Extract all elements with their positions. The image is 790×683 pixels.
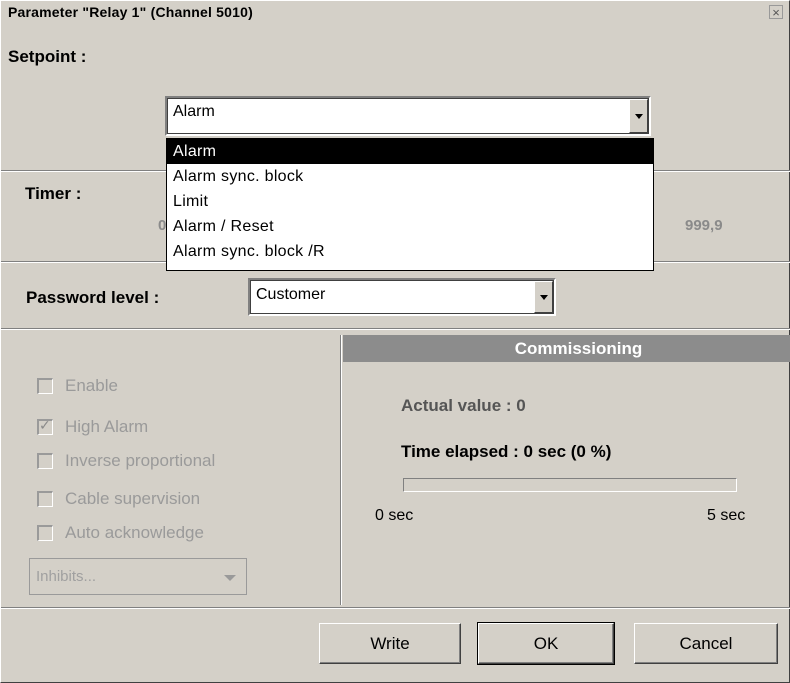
setpoint-selected-value: Alarm [173, 103, 215, 120]
cable-supervision-checkbox[interactable] [37, 491, 53, 507]
high-alarm-checkbox-row[interactable]: ✓ High Alarm [37, 416, 148, 438]
close-icon[interactable]: × [769, 5, 783, 19]
setpoint-option-limit[interactable]: Limit [167, 189, 653, 214]
password-level-combobox[interactable]: Customer [248, 278, 556, 316]
setpoint-dropdown-list[interactable]: Alarm Alarm sync. block Limit Alarm / Re… [166, 138, 654, 271]
ok-button[interactable]: OK [477, 622, 615, 665]
setpoint-dropdown-button[interactable] [629, 99, 648, 133]
password-dropdown-button[interactable] [534, 281, 553, 313]
time-elapsed-text: Time elapsed : 0 sec (0 %) [401, 442, 612, 461]
auto-acknowledge-label: Auto acknowledge [65, 523, 204, 542]
timer-label: Timer : [25, 184, 82, 203]
setpoint-option-alarm-sync-block-r[interactable]: Alarm sync. block /R [167, 239, 653, 264]
inverse-proportional-label: Inverse proportional [65, 451, 216, 470]
timer-max-value: 999,9 [685, 217, 723, 234]
commissioning-header: Commissioning [343, 335, 790, 362]
cancel-button[interactable]: Cancel [634, 623, 778, 664]
enable-label: Enable [65, 376, 118, 395]
checkmark-icon: ✓ [39, 417, 51, 433]
password-level-label: Password level : [26, 288, 160, 307]
chevron-down-icon [539, 294, 548, 300]
setpoint-option-alarm-reset[interactable]: Alarm / Reset [167, 214, 653, 239]
cable-supervision-label: Cable supervision [65, 489, 201, 508]
auto-acknowledge-checkbox[interactable] [37, 525, 53, 541]
setpoint-combobox[interactable]: Alarm [165, 96, 651, 136]
scale-start-label: 0 sec [375, 507, 414, 524]
high-alarm-checkbox[interactable]: ✓ [37, 417, 53, 435]
inhibits-value: Inhibits... [36, 568, 97, 585]
vertical-separator [340, 335, 342, 605]
setpoint-option-alarm-sync-block[interactable]: Alarm sync. block [167, 164, 653, 189]
inhibits-dropdown[interactable]: Inhibits... [29, 558, 247, 595]
password-level-value: Customer [256, 286, 326, 303]
cable-supervision-checkbox-row[interactable]: Cable supervision [37, 488, 200, 510]
separator [1, 328, 790, 330]
enable-checkbox-row[interactable]: Enable [37, 375, 118, 397]
dialog-title: Parameter "Relay 1" (Channel 5010) [8, 4, 253, 20]
inverse-proportional-checkbox-row[interactable]: Inverse proportional [37, 450, 215, 472]
chevron-down-icon [634, 113, 643, 119]
setpoint-label: Setpoint : [8, 47, 87, 66]
high-alarm-label: High Alarm [65, 417, 149, 436]
scale-end-label: 5 sec [707, 507, 746, 524]
auto-acknowledge-checkbox-row[interactable]: Auto acknowledge [37, 522, 204, 544]
enable-checkbox[interactable] [37, 378, 53, 394]
write-button[interactable]: Write [319, 623, 461, 664]
inverse-proportional-checkbox[interactable] [37, 453, 53, 469]
setpoint-option-alarm[interactable]: Alarm [167, 139, 653, 164]
title-bar: Parameter "Relay 1" (Channel 5010) × [1, 1, 789, 23]
actual-value-text: Actual value : 0 [401, 396, 526, 415]
parameter-dialog: Parameter "Relay 1" (Channel 5010) × Set… [0, 0, 790, 683]
time-elapsed-progress [403, 478, 737, 492]
separator [1, 607, 790, 609]
chevron-down-icon [224, 575, 236, 581]
